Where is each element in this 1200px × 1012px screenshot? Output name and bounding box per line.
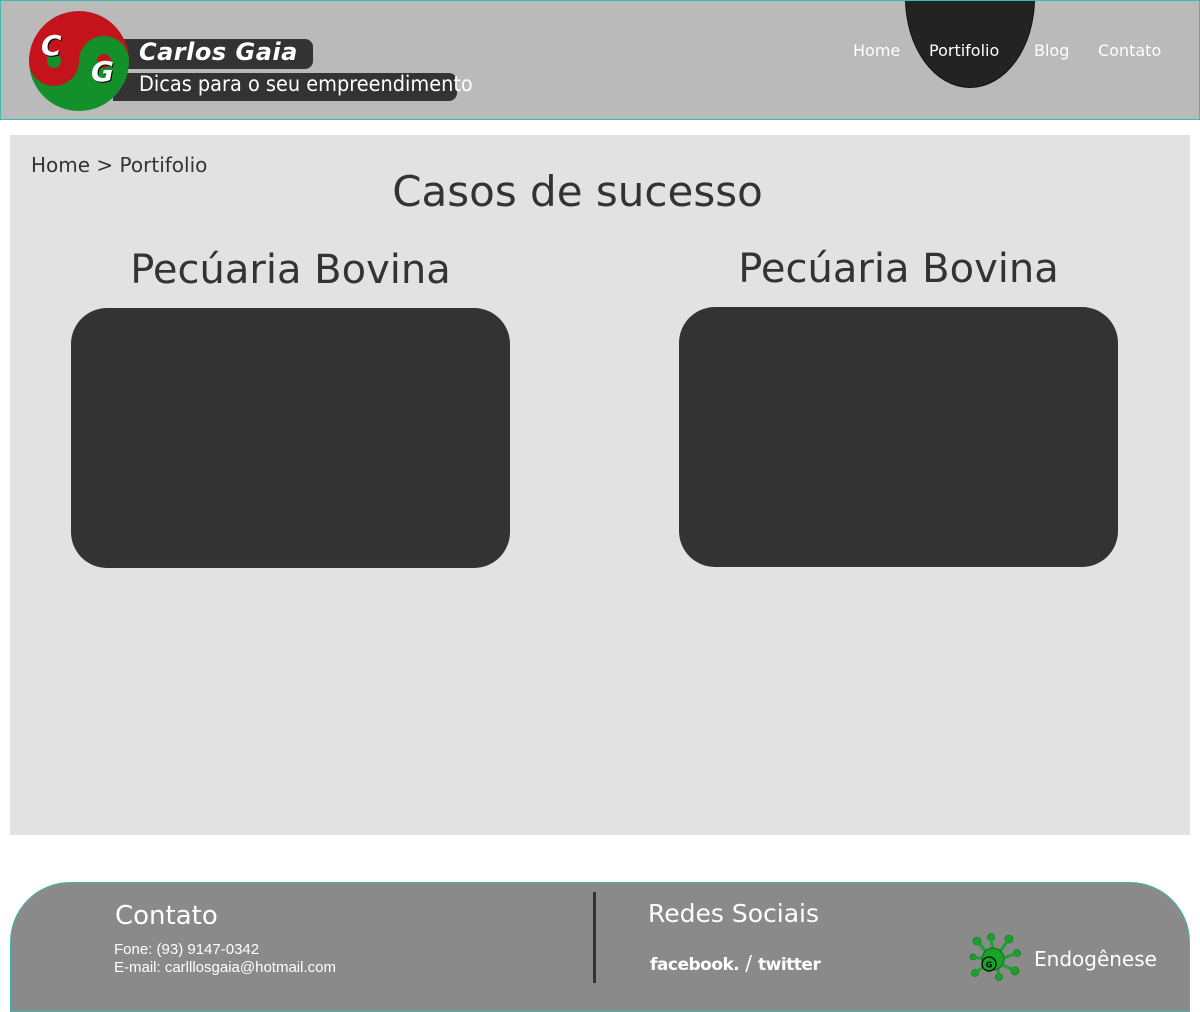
logo-emblem-icon[interactable]: C G: [29, 11, 129, 111]
site-header: C G Carlos Gaia Dicas para o seu empreen…: [0, 0, 1200, 120]
endogenese-logo-icon[interactable]: G: [969, 933, 1023, 981]
footer-phone: Fone: (93) 9147-0342: [114, 941, 260, 958]
case-title: Pecúaria Bovina: [738, 246, 1059, 292]
endogenese-credit[interactable]: Endogênese: [1034, 947, 1157, 971]
nav-item-contato[interactable]: Contato: [1098, 41, 1161, 60]
twitter-link[interactable]: twitter: [758, 955, 821, 975]
case-title: Pecúaria Bovina: [130, 247, 451, 293]
footer-divider: [593, 892, 596, 983]
footer-social-heading: Redes Sociais: [648, 899, 819, 928]
footer-email[interactable]: E-mail: carlllosgaia@hotmail.com: [114, 959, 336, 976]
brand-tagline: Dicas para o seu empreendimento: [139, 72, 473, 96]
svg-text:G: G: [986, 961, 993, 970]
main-content: Home > Portifolio Casos de sucesso Pecúa…: [10, 135, 1190, 835]
logo-letter-c: C: [41, 29, 62, 62]
facebook-link[interactable]: facebook.: [650, 955, 740, 975]
case-card[interactable]: [71, 308, 510, 568]
site-footer: Contato Fone: (93) 9147-0342 E-mail: car…: [10, 882, 1190, 1012]
social-separator: /: [745, 951, 753, 975]
social-links: facebook. / twitter: [650, 951, 821, 977]
logo-letter-g: G: [91, 55, 114, 88]
brand-name[interactable]: Carlos Gaia: [139, 38, 298, 66]
page-title: Casos de sucesso: [392, 167, 763, 216]
footer-contact-heading: Contato: [115, 901, 218, 931]
nav-item-home[interactable]: Home: [853, 41, 900, 60]
case-card[interactable]: [679, 307, 1118, 567]
nav-item-blog[interactable]: Blog: [1034, 41, 1069, 60]
nav-item-portifolio[interactable]: Portifolio: [929, 41, 999, 60]
